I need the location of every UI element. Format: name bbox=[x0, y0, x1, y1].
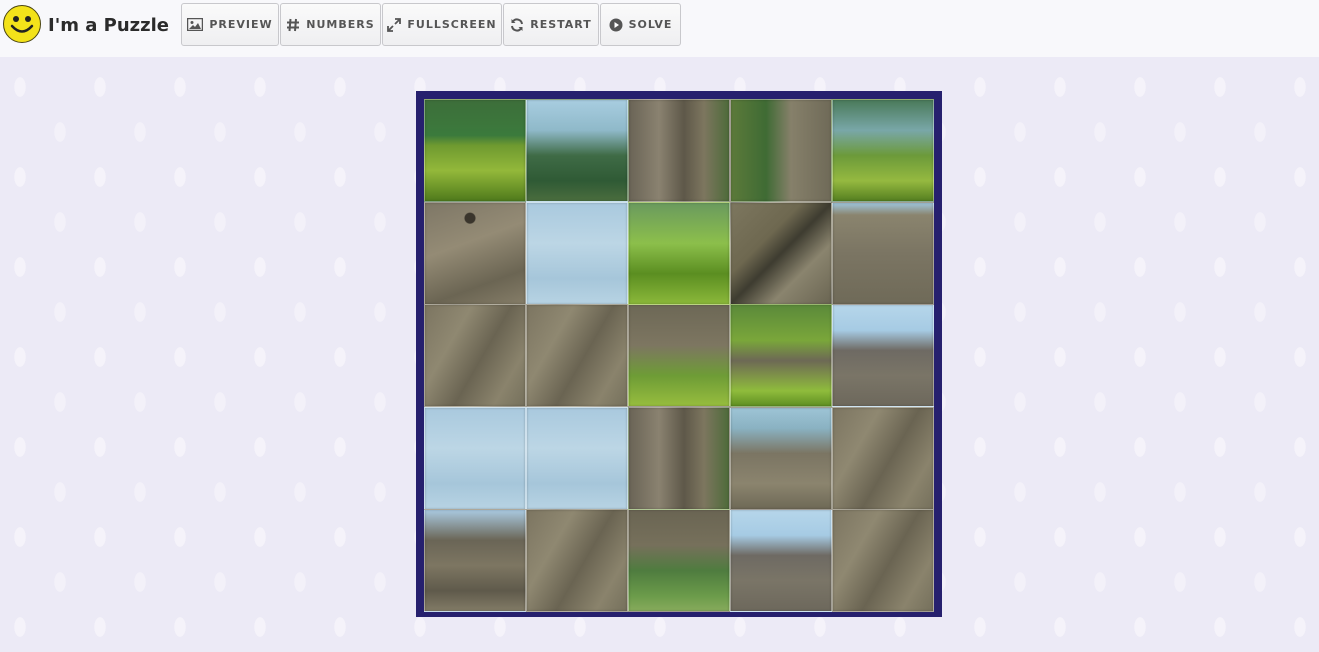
puzzle-board bbox=[416, 91, 942, 617]
puzzle-tile[interactable] bbox=[424, 509, 526, 612]
puzzle-tile[interactable] bbox=[526, 509, 628, 612]
puzzle-tile[interactable] bbox=[628, 304, 730, 407]
puzzle-tile[interactable] bbox=[832, 99, 934, 202]
numbers-label: NUMBERS bbox=[306, 18, 375, 31]
numbers-button[interactable]: NUMBERS bbox=[280, 3, 381, 46]
puzzle-tile[interactable] bbox=[832, 201, 934, 305]
puzzle-tile[interactable] bbox=[832, 406, 934, 510]
puzzle-tile[interactable] bbox=[526, 304, 628, 407]
puzzle-tile[interactable] bbox=[526, 99, 628, 202]
app-title[interactable]: I'm a Puzzle bbox=[48, 15, 169, 36]
puzzle-tile[interactable] bbox=[628, 406, 730, 510]
puzzle-tile[interactable] bbox=[730, 406, 832, 510]
puzzle-tile[interactable] bbox=[730, 509, 832, 612]
top-toolbar: I'm a Puzzle PREVIEW NUMBERS FULLSCREEN … bbox=[0, 0, 1319, 57]
puzzle-tile[interactable] bbox=[730, 304, 832, 407]
puzzle-tile[interactable] bbox=[628, 201, 730, 305]
puzzle-tile[interactable] bbox=[832, 509, 934, 612]
play-circle-icon bbox=[609, 18, 623, 32]
preview-button[interactable]: PREVIEW bbox=[181, 3, 279, 46]
refresh-icon bbox=[510, 17, 524, 32]
puzzle-tile[interactable] bbox=[730, 99, 832, 202]
puzzle-tile[interactable] bbox=[730, 201, 832, 305]
expand-icon bbox=[387, 17, 402, 32]
puzzle-tile[interactable] bbox=[526, 201, 628, 305]
puzzle-tile[interactable] bbox=[628, 509, 730, 612]
solve-label: SOLVE bbox=[628, 18, 673, 31]
solve-button[interactable]: SOLVE bbox=[600, 3, 681, 46]
puzzle-tile[interactable] bbox=[424, 99, 526, 202]
fullscreen-label: FULLSCREEN bbox=[407, 18, 497, 31]
preview-label: PREVIEW bbox=[209, 18, 273, 31]
puzzle-tile[interactable] bbox=[526, 406, 628, 510]
puzzle-tile[interactable] bbox=[424, 304, 526, 407]
hash-icon bbox=[286, 18, 300, 32]
puzzle-tile[interactable] bbox=[832, 304, 934, 407]
image-icon bbox=[187, 18, 204, 31]
puzzle-tile[interactable] bbox=[628, 99, 730, 202]
puzzle-tile[interactable] bbox=[424, 201, 526, 305]
smiley-logo-icon[interactable] bbox=[3, 5, 41, 43]
puzzle-tile[interactable] bbox=[424, 406, 526, 510]
restart-button[interactable]: RESTART bbox=[503, 3, 599, 46]
restart-label: RESTART bbox=[530, 18, 592, 31]
fullscreen-button[interactable]: FULLSCREEN bbox=[382, 3, 502, 46]
